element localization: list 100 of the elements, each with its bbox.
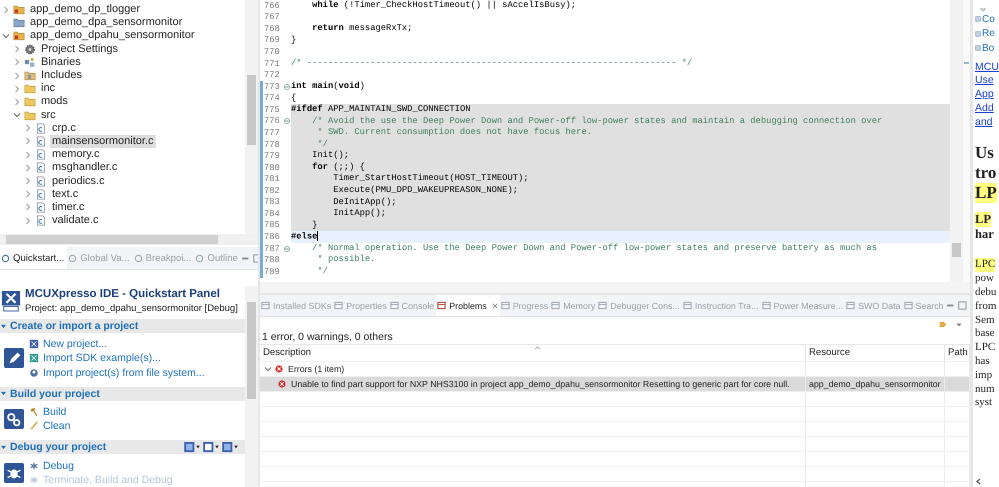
line-number: 779 <box>263 150 281 162</box>
chevron-icon[interactable] <box>13 98 21 106</box>
chevron-icon[interactable] <box>13 58 21 66</box>
code-line: while (!Timer_CheckHostTimeout() || sAccelIsBusy); <box>311 0 578 12</box>
view-icon <box>334 301 344 310</box>
tree-item[interactable]: app_demo_dpa_sensormonitor <box>28 16 184 30</box>
tree-item[interactable]: app_demo_dp_tlogger <box>28 3 142 16</box>
quickstart-link[interactable]: Clean <box>29 419 70 434</box>
toolbar-dropdown-icon[interactable] <box>184 442 201 453</box>
help-link[interactable]: Use <box>975 74 999 88</box>
tree-item[interactable]: mods <box>39 95 70 108</box>
view-icon <box>261 301 270 310</box>
filter-icon[interactable] <box>938 320 948 328</box>
toolbar-dropdown-icon[interactable] <box>203 442 220 453</box>
chevron-icon[interactable] <box>24 216 32 225</box>
problems-summary: 1 error, 0 warnings, 0 others <box>261 331 394 344</box>
box-icon <box>29 339 39 350</box>
chevron-icon[interactable] <box>2 6 10 14</box>
toolbar-link[interactable]: Co <box>975 12 999 26</box>
quickstart-link[interactable]: Build <box>29 404 70 420</box>
fold-icon[interactable] <box>284 118 290 124</box>
scrollbar[interactable] <box>0 234 258 245</box>
line-number: 782 <box>263 185 281 197</box>
tree-item[interactable]: crp.c <box>50 122 78 135</box>
line-number: 788 <box>263 254 281 266</box>
chevron-icon[interactable] <box>24 137 32 146</box>
file-icon <box>35 162 47 174</box>
quickstart-link[interactable]: New project... <box>29 337 205 352</box>
tree-item[interactable]: Includes <box>39 69 84 82</box>
line-number: 771 <box>263 58 281 70</box>
folder-icon <box>24 83 36 94</box>
help-link[interactable]: Add <box>975 102 999 116</box>
section-header[interactable]: Create or import a project <box>0 319 245 333</box>
toolbar-dropdown-icon[interactable] <box>222 442 239 453</box>
binaries-icon <box>24 56 36 68</box>
minimize-maximize-icon[interactable] <box>946 301 968 310</box>
column-header[interactable]: Description <box>260 345 806 361</box>
scrollbar[interactable] <box>260 282 970 293</box>
tree-item[interactable]: Binaries <box>39 56 83 69</box>
tree-item[interactable]: app_demo_dpahu_sensormonitor <box>28 29 197 42</box>
section-header[interactable]: Debug your project <box>0 440 245 454</box>
file-icon <box>35 176 47 187</box>
toolbar-link[interactable]: Re <box>975 26 999 41</box>
tree-item[interactable]: memory.c <box>50 148 102 162</box>
scrollbar[interactable] <box>245 0 258 234</box>
scrollbar[interactable] <box>245 286 258 487</box>
chevron-icon[interactable] <box>24 177 32 186</box>
scrollbar[interactable] <box>950 0 963 282</box>
tab[interactable]: Quickstart... <box>0 247 68 269</box>
tree-item[interactable]: timer.c <box>50 200 86 214</box>
chevron-icon[interactable] <box>24 164 32 172</box>
tree-item[interactable]: msghandler.c <box>50 161 120 174</box>
minimize-maximize-icon[interactable] <box>240 254 258 262</box>
help-subheading: LP har <box>975 212 995 242</box>
close-icon[interactable] <box>492 302 498 308</box>
chevron-icon[interactable] <box>13 84 21 93</box>
tree-item[interactable]: src <box>39 108 58 122</box>
column-header[interactable]: Resource <box>806 345 945 361</box>
scroll-left-icon[interactable] <box>976 478 981 485</box>
line-number: 777 <box>263 127 281 139</box>
section-header[interactable]: Build your project <box>0 386 245 401</box>
chevron-icon[interactable] <box>2 32 10 40</box>
chevron-icon[interactable] <box>13 45 21 54</box>
tree-item[interactable]: validate.c <box>50 214 100 228</box>
help-link[interactable]: MCU <box>975 60 999 74</box>
caret-icon <box>1 444 6 450</box>
quickstart-link[interactable]: Import SDK example(s)... <box>29 351 205 366</box>
chevron-icon[interactable] <box>264 365 272 373</box>
overview-marker[interactable] <box>964 62 969 64</box>
dropdown-icon[interactable] <box>980 8 986 12</box>
tab-icon <box>68 254 78 262</box>
chevron-icon[interactable] <box>24 203 32 212</box>
chevron-icon[interactable] <box>24 150 32 159</box>
chevron-icon[interactable] <box>13 111 21 120</box>
chevron-icon[interactable] <box>24 190 32 198</box>
fold-icon[interactable] <box>284 246 290 252</box>
line-number: 772 <box>263 69 281 81</box>
tab[interactable]: Problems <box>436 295 500 316</box>
problem-row[interactable]: Unable to find part support for NXP NHS3100 in project app_demo_dpahu_sensormonitor Resetting to generic part for core null. app_demo_dpahu_sensormonitor <box>260 376 970 391</box>
tree-item[interactable]: text.c <box>50 188 80 201</box>
chevron-icon[interactable] <box>24 124 32 132</box>
line-number: 785 <box>263 220 281 232</box>
help-link[interactable]: and <box>975 116 999 130</box>
code-line: int main(void) <box>291 80 366 92</box>
help-link[interactable]: App <box>975 88 999 102</box>
tree-item[interactable]: periodics.c <box>50 174 107 188</box>
quickstart-link[interactable]: Import project(s) from file system... <box>29 366 205 380</box>
group-label[interactable]: Errors (1 item) <box>288 364 344 374</box>
line-number: 775 <box>263 104 281 116</box>
toolbar-link[interactable]: Bo <box>975 41 999 56</box>
tree-item[interactable]: inc <box>39 82 58 96</box>
chevron-icon[interactable] <box>13 72 21 80</box>
view-icon <box>846 301 856 310</box>
fold-icon[interactable] <box>284 84 290 90</box>
tree-item[interactable]: Project Settings <box>39 42 120 56</box>
line-number: 774 <box>263 92 281 104</box>
line-number: 787 <box>263 242 281 254</box>
quickstart-link[interactable]: Debug <box>29 458 173 473</box>
hammer-icon <box>29 407 39 418</box>
tree-item[interactable]: mainsensormonitor.c <box>50 134 156 148</box>
